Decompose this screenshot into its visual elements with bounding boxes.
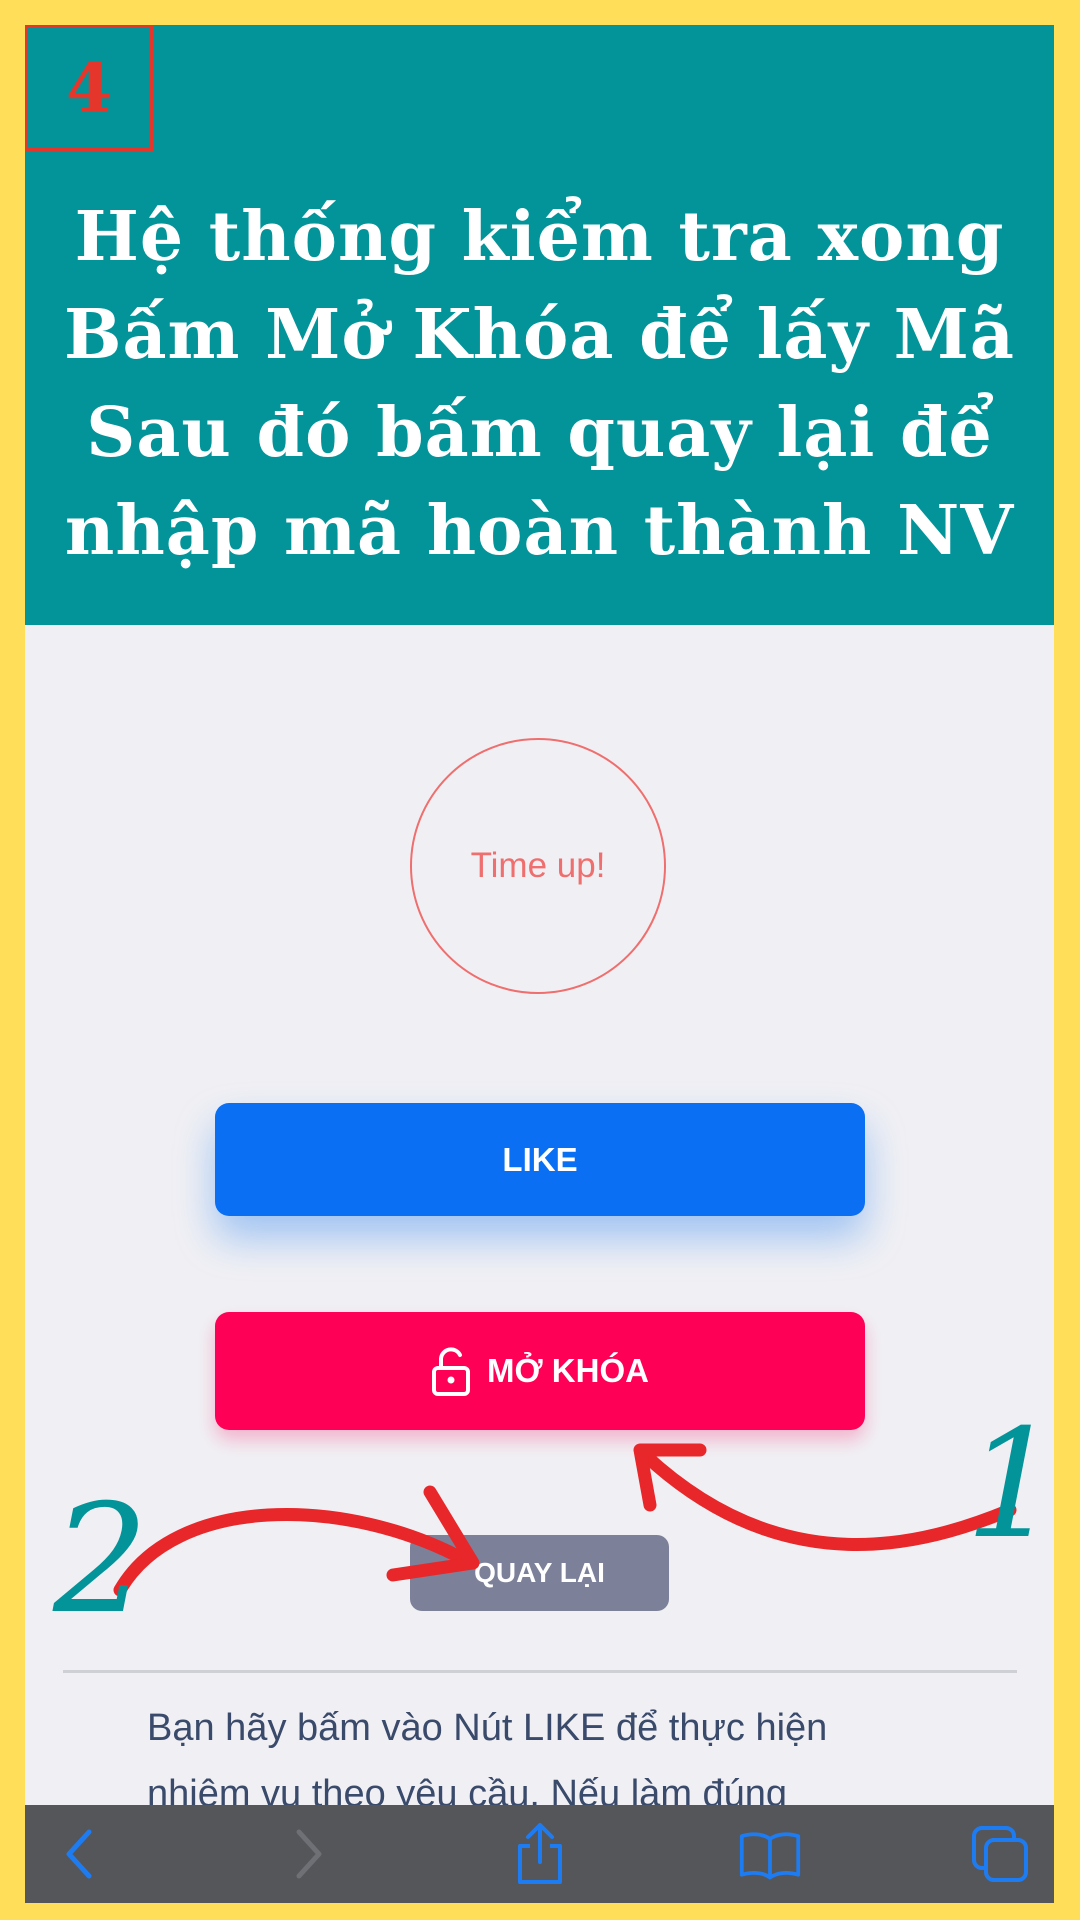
forward-icon[interactable] xyxy=(277,1822,341,1886)
arrow-to-unlock-head xyxy=(633,1443,707,1512)
timer-text: Time up! xyxy=(470,846,606,885)
arrow-to-unlock xyxy=(638,1448,1017,1552)
step-number-badge: 4 xyxy=(25,25,153,151)
instruction-headline: Hệ thống kiểm tra xong Bấm Mở Khóa để lấ… xyxy=(25,188,1054,580)
bookmarks-icon[interactable] xyxy=(738,1822,802,1886)
headline-line-4: nhập mã hoàn thành NV xyxy=(64,491,1015,571)
screenshot-frame: 4 Hệ thống kiểm tra xong Bấm Mở Khóa để … xyxy=(25,25,1054,1903)
unlock-icon xyxy=(432,1347,470,1396)
browser-toolbar xyxy=(25,1805,1054,1903)
headline-line-2: Bấm Mở Khóa để lấy Mã xyxy=(64,295,1015,375)
headline-line-1: Hệ thống kiểm tra xong xyxy=(74,197,1005,277)
back-button-label: QUAY LẠI xyxy=(474,1557,605,1588)
like-button[interactable]: LIKE xyxy=(215,1103,865,1216)
back-icon[interactable] xyxy=(47,1822,111,1886)
instruction-line-1: Bạn hãy bấm vào Nút LIKE để thực hiện xyxy=(147,1707,828,1749)
like-button-label: LIKE xyxy=(502,1140,578,1178)
headline-line-3: Sau đó bấm quay lại để xyxy=(86,393,993,473)
unlock-button-label: MỞ KHÓA xyxy=(487,1352,649,1389)
unlock-button[interactable]: MỞ KHÓA xyxy=(215,1312,865,1430)
annotation-number-2: 2 xyxy=(53,1473,149,1647)
instruction-banner: 4 Hệ thống kiểm tra xong Bấm Mở Khóa để … xyxy=(25,25,1054,625)
tabs-icon[interactable] xyxy=(968,1822,1032,1886)
countdown-timer: Time up! xyxy=(410,738,666,994)
divider xyxy=(63,1670,1017,1673)
annotation-number-1: 1 xyxy=(965,1398,1054,1572)
share-icon[interactable] xyxy=(508,1822,572,1886)
back-button[interactable]: QUAY LẠI xyxy=(410,1535,669,1611)
